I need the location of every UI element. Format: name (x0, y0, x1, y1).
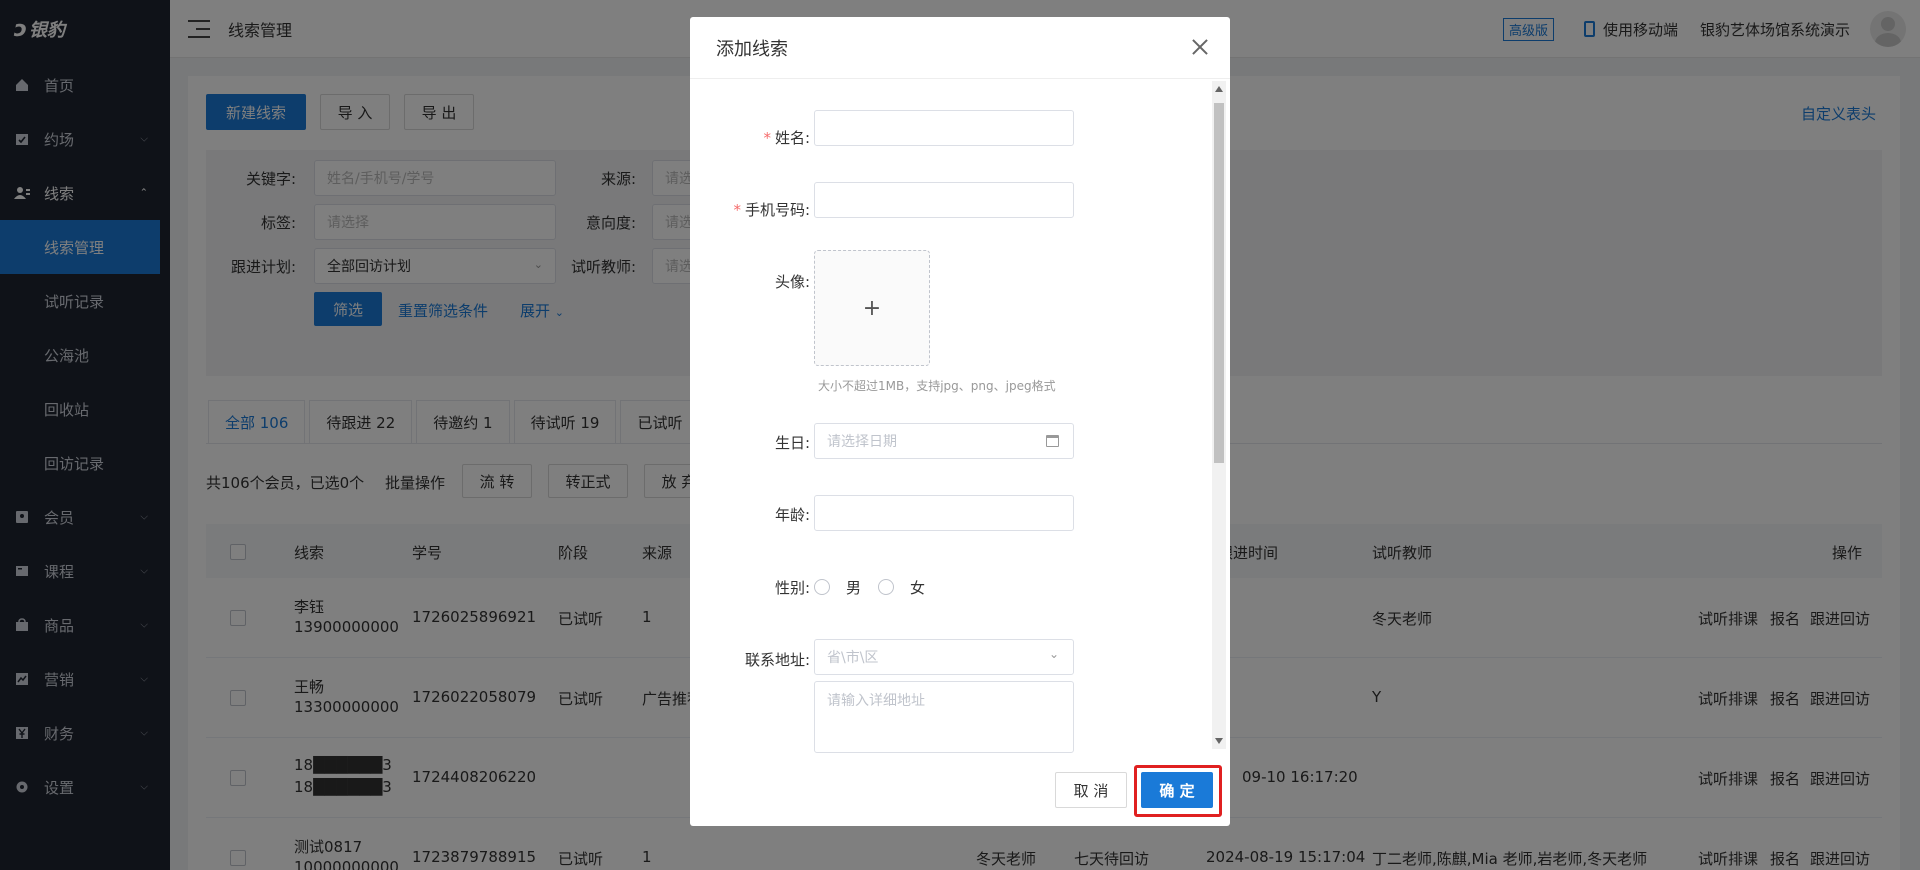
gender-female-label[interactable]: 女 (910, 577, 925, 598)
scroll-down-arrow-icon[interactable] (1215, 738, 1223, 744)
avatar-label: 头像: (774, 273, 810, 291)
calendar-icon (1046, 435, 1059, 447)
required-mark: * (763, 129, 771, 147)
name-label-text: 姓名: (774, 129, 810, 147)
scroll-up-arrow-icon[interactable] (1215, 86, 1223, 92)
upload-hint: 大小不超过1MB，支持jpg、png、jpeg格式 (818, 379, 1056, 393)
scroll-thumb[interactable] (1214, 103, 1224, 463)
add-clue-dialog: 添加线索 * 姓名: * 手机号码: 头像: + 大小不超过1MB，支持jpg、pn… (690, 17, 1230, 826)
phone-label-text: 手机号码: (744, 201, 810, 219)
gender-label: 性别: (774, 579, 810, 597)
chevron-down-icon: ⌄ (1048, 647, 1059, 661)
detail-address-textarea[interactable]: 请输入详细地址 (814, 681, 1074, 753)
birthday-picker[interactable]: 请选择日期 (814, 423, 1074, 459)
required-mark: * (733, 201, 741, 219)
gender-female-radio[interactable] (878, 579, 894, 595)
avatar-upload[interactable]: + (814, 250, 930, 366)
gender-male-radio[interactable] (814, 579, 830, 595)
name-input[interactable] (814, 110, 1074, 146)
age-label: 年龄: (774, 506, 810, 524)
name-label: * 姓名: (690, 127, 810, 148)
phone-label: * 手机号码: (690, 199, 810, 220)
phone-input[interactable] (814, 182, 1074, 218)
cancel-button[interactable]: 取 消 (1055, 772, 1127, 808)
address-label: 联系地址: (744, 651, 810, 669)
age-input[interactable] (814, 495, 1074, 531)
close-icon[interactable] (1190, 37, 1210, 57)
dialog-header: 添加线索 (690, 17, 1230, 79)
highlight-annotation (1134, 765, 1222, 817)
plus-icon: + (862, 295, 882, 321)
birthday-placeholder: 请选择日期 (827, 434, 897, 450)
birthday-label: 生日: (774, 434, 810, 452)
dialog-scrollbar[interactable] (1212, 81, 1226, 749)
gender-male-label[interactable]: 男 (846, 577, 861, 598)
region-select[interactable]: 省\市\区 ⌄ (814, 639, 1074, 675)
detail-address-placeholder: 请输入详细地址 (827, 693, 925, 709)
dialog-title: 添加线索 (716, 38, 788, 60)
dialog-footer: 取 消 确 定 (690, 752, 1230, 826)
region-placeholder: 省\市\区 (827, 650, 879, 666)
